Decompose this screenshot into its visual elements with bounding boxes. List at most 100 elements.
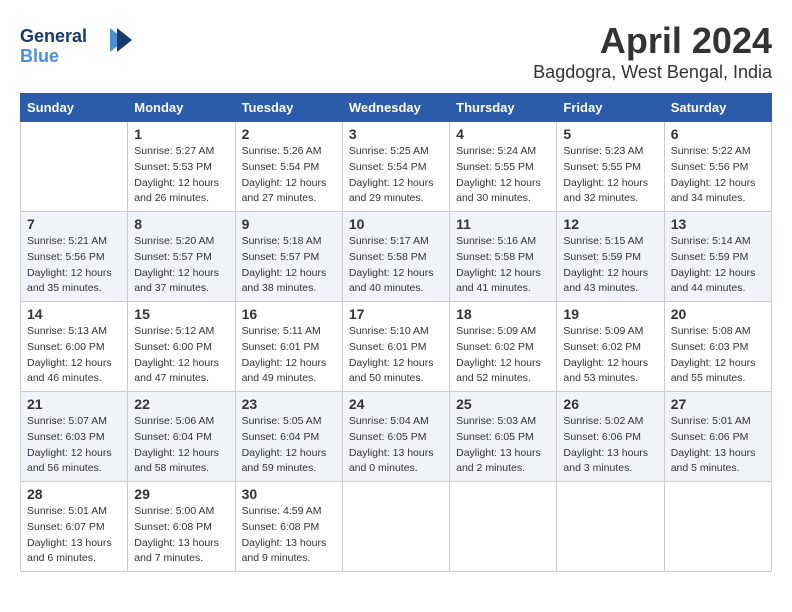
day-info: Sunrise: 5:02 AM Sunset: 6:06 PM Dayligh… [563,414,657,477]
calendar-cell: 22Sunrise: 5:06 AM Sunset: 6:04 PM Dayli… [128,392,235,482]
day-info: Sunrise: 5:25 AM Sunset: 5:54 PM Dayligh… [349,144,443,207]
column-header-monday: Monday [128,94,235,122]
month-year-title: April 2024 [533,20,772,62]
location-subtitle: Bagdogra, West Bengal, India [533,62,772,83]
column-header-thursday: Thursday [450,94,557,122]
day-info: Sunrise: 5:16 AM Sunset: 5:58 PM Dayligh… [456,234,550,297]
day-info: Sunrise: 5:21 AM Sunset: 5:56 PM Dayligh… [27,234,121,297]
day-info: Sunrise: 5:10 AM Sunset: 6:01 PM Dayligh… [349,324,443,387]
day-number: 11 [456,216,550,232]
column-header-sunday: Sunday [21,94,128,122]
calendar-cell [664,482,771,572]
day-number: 26 [563,396,657,412]
day-info: Sunrise: 5:18 AM Sunset: 5:57 PM Dayligh… [242,234,336,297]
day-info: Sunrise: 5:01 AM Sunset: 6:06 PM Dayligh… [671,414,765,477]
calendar-cell: 29Sunrise: 5:00 AM Sunset: 6:08 PM Dayli… [128,482,235,572]
calendar-cell: 28 Sunrise: 5:01 AM Sunset: 6:07 PM Dayli… [21,482,128,572]
calendar-cell: 21Sunrise: 5:07 AM Sunset: 6:03 PM Dayli… [21,392,128,482]
day-number: 16 [242,306,336,322]
day-number: 24 [349,396,443,412]
column-header-friday: Friday [557,94,664,122]
calendar-cell: 6 Sunrise: 5:22 AM Sunset: 5:56 PM Daylig… [664,122,771,212]
calendar-table: SundayMondayTuesdayWednesdayThursdayFrid… [20,93,772,572]
day-headers-row: SundayMondayTuesdayWednesdayThursdayFrid… [21,94,772,122]
day-number: 20 [671,306,765,322]
calendar-cell: 15 Sunrise: 5:12 AM Sunset: 6:00 PM Dayli… [128,302,235,392]
calendar-cell: 14 Sunrise: 5:13 AM Sunset: 6:00 PM Dayli… [21,302,128,392]
day-info: Sunrise: 5:24 AM Sunset: 5:55 PM Dayligh… [456,144,550,207]
day-info: Sunrise: 5:11 AM Sunset: 6:01 PM Dayligh… [242,324,336,387]
week-row-5: 28 Sunrise: 5:01 AM Sunset: 6:07 PM Dayli… [21,482,772,572]
day-number: 14 [27,306,121,322]
day-info: Sunrise: 5:12 AM Sunset: 6:00 PM Dayligh… [134,324,228,387]
day-number: 5 [563,126,657,142]
calendar-cell: 13 Sunrise: 5:14 AM Sunset: 5:59 PM Dayli… [664,212,771,302]
calendar-cell: 8 Sunrise: 5:20 AM Sunset: 5:57 PM Daylig… [128,212,235,302]
day-info: Sunrise: 5:06 AM Sunset: 6:04 PM Dayligh… [134,414,228,477]
day-info: Sunrise: 5:00 AM Sunset: 6:08 PM Dayligh… [134,504,228,567]
logo: General Blue [20,20,140,70]
day-info: Sunrise: 5:05 AM Sunset: 6:04 PM Dayligh… [242,414,336,477]
day-info: Sunrise: 5:22 AM Sunset: 5:56 PM Dayligh… [671,144,765,207]
day-number: 23 [242,396,336,412]
day-number: 10 [349,216,443,232]
calendar-cell: 30Sunrise: 4:59 AM Sunset: 6:08 PM Dayli… [235,482,342,572]
day-info: Sunrise: 5:15 AM Sunset: 5:59 PM Dayligh… [563,234,657,297]
day-number: 17 [349,306,443,322]
day-info: Sunrise: 5:27 AM Sunset: 5:53 PM Dayligh… [134,144,228,207]
title-area: April 2024 Bagdogra, West Bengal, India [533,20,772,83]
svg-text:General: General [20,26,87,46]
calendar-cell: 7 Sunrise: 5:21 AM Sunset: 5:56 PM Daylig… [21,212,128,302]
day-number: 18 [456,306,550,322]
calendar-cell: 24Sunrise: 5:04 AM Sunset: 6:05 PM Dayli… [342,392,449,482]
day-info: Sunrise: 5:01 AM Sunset: 6:07 PM Dayligh… [27,504,121,567]
day-info: Sunrise: 5:26 AM Sunset: 5:54 PM Dayligh… [242,144,336,207]
calendar-cell: 10 Sunrise: 5:17 AM Sunset: 5:58 PM Dayli… [342,212,449,302]
day-number: 4 [456,126,550,142]
calendar-cell: 1 Sunrise: 5:27 AM Sunset: 5:53 PM Daylig… [128,122,235,212]
day-number: 15 [134,306,228,322]
calendar-cell: 4 Sunrise: 5:24 AM Sunset: 5:55 PM Daylig… [450,122,557,212]
week-row-4: 21Sunrise: 5:07 AM Sunset: 6:03 PM Dayli… [21,392,772,482]
day-number: 7 [27,216,121,232]
day-info: Sunrise: 5:23 AM Sunset: 5:55 PM Dayligh… [563,144,657,207]
page-header: General Blue April 2024 Bagdogra, West B… [20,20,772,83]
week-row-1: 1 Sunrise: 5:27 AM Sunset: 5:53 PM Daylig… [21,122,772,212]
day-info: Sunrise: 5:03 AM Sunset: 6:05 PM Dayligh… [456,414,550,477]
day-info: Sunrise: 4:59 AM Sunset: 6:08 PM Dayligh… [242,504,336,567]
calendar-cell: 2 Sunrise: 5:26 AM Sunset: 5:54 PM Daylig… [235,122,342,212]
day-number: 27 [671,396,765,412]
calendar-cell: 27 Sunrise: 5:01 AM Sunset: 6:06 PM Dayli… [664,392,771,482]
day-number: 28 [27,486,121,502]
day-info: Sunrise: 5:09 AM Sunset: 6:02 PM Dayligh… [456,324,550,387]
day-number: 6 [671,126,765,142]
day-info: Sunrise: 5:14 AM Sunset: 5:59 PM Dayligh… [671,234,765,297]
calendar-cell: 20 Sunrise: 5:08 AM Sunset: 6:03 PM Dayli… [664,302,771,392]
day-number: 21 [27,396,121,412]
day-number: 8 [134,216,228,232]
calendar-cell: 19Sunrise: 5:09 AM Sunset: 6:02 PM Dayli… [557,302,664,392]
day-number: 3 [349,126,443,142]
calendar-cell: 12 Sunrise: 5:15 AM Sunset: 5:59 PM Dayli… [557,212,664,302]
calendar-cell [342,482,449,572]
calendar-cell: 23 Sunrise: 5:05 AM Sunset: 6:04 PM Dayli… [235,392,342,482]
column-header-wednesday: Wednesday [342,94,449,122]
calendar-cell: 17 Sunrise: 5:10 AM Sunset: 6:01 PM Dayli… [342,302,449,392]
svg-text:Blue: Blue [20,46,59,66]
day-number: 13 [671,216,765,232]
day-number: 9 [242,216,336,232]
day-number: 12 [563,216,657,232]
day-number: 1 [134,126,228,142]
calendar-cell [450,482,557,572]
day-info: Sunrise: 5:13 AM Sunset: 6:00 PM Dayligh… [27,324,121,387]
day-info: Sunrise: 5:20 AM Sunset: 5:57 PM Dayligh… [134,234,228,297]
week-row-3: 14 Sunrise: 5:13 AM Sunset: 6:00 PM Dayli… [21,302,772,392]
calendar-cell: 18 Sunrise: 5:09 AM Sunset: 6:02 PM Dayli… [450,302,557,392]
day-info: Sunrise: 5:08 AM Sunset: 6:03 PM Dayligh… [671,324,765,387]
calendar-cell: 3 Sunrise: 5:25 AM Sunset: 5:54 PM Daylig… [342,122,449,212]
column-header-tuesday: Tuesday [235,94,342,122]
calendar-cell: 25Sunrise: 5:03 AM Sunset: 6:05 PM Dayli… [450,392,557,482]
day-info: Sunrise: 5:17 AM Sunset: 5:58 PM Dayligh… [349,234,443,297]
calendar-cell: 11 Sunrise: 5:16 AM Sunset: 5:58 PM Dayli… [450,212,557,302]
day-number: 2 [242,126,336,142]
